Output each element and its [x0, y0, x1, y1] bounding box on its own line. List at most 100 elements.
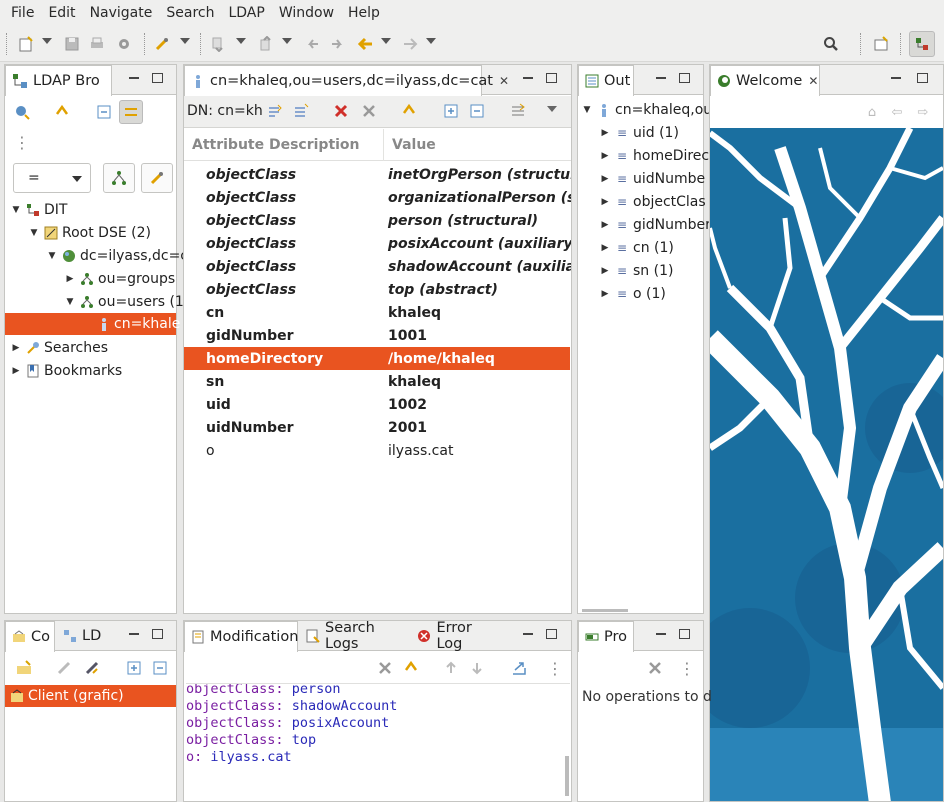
header-attribute-description[interactable]: Attribute Description — [192, 137, 360, 153]
collapsed-icon[interactable]: ▶ — [598, 289, 612, 299]
tree-item-root-dse[interactable]: ▼ Root DSE (2) — [27, 222, 151, 244]
tab-search-logs[interactable]: Search Logs — [300, 620, 408, 652]
search-icon[interactable] — [821, 34, 841, 54]
menu-navigate[interactable]: Navigate — [83, 0, 160, 26]
attribute-row[interactable]: objectClass organizationalPerson (stru — [184, 186, 571, 209]
outline-item[interactable]: ▶ ≡ uid (1) — [598, 121, 679, 144]
minimize-icon[interactable] — [891, 72, 901, 79]
expand-all-icon[interactable] — [125, 659, 143, 677]
collapse-all-icon[interactable] — [468, 102, 486, 120]
attribute-value[interactable]: 2001 — [388, 420, 427, 436]
close-icon[interactable]: ✕ — [808, 74, 818, 88]
attribute-value[interactable]: ilyass.cat — [388, 443, 453, 459]
up-icon[interactable] — [442, 659, 460, 677]
link-editor-icon[interactable] — [13, 103, 31, 121]
connection-item[interactable]: Client (grafic) — [5, 685, 176, 707]
collapsed-icon[interactable]: ▶ — [9, 366, 23, 376]
attribute-value[interactable]: inetOrgPerson (structural) — [388, 167, 571, 183]
refresh-icon[interactable] — [53, 103, 71, 121]
attribute-value[interactable]: person (structural) — [388, 213, 538, 229]
tab-outline[interactable]: Out — [578, 65, 634, 96]
view-menu-icon[interactable]: ⋮ — [678, 659, 696, 678]
attribute-value[interactable]: khaleq — [388, 305, 441, 321]
tab-ldap-servers[interactable]: LD — [57, 621, 107, 651]
collapse-all-icon[interactable] — [151, 659, 169, 677]
sort-icon[interactable] — [509, 102, 527, 120]
attribute-value[interactable]: organizationalPerson (stru — [388, 190, 571, 206]
new-connection-icon[interactable] — [15, 659, 33, 677]
refresh-icon[interactable] — [402, 659, 420, 677]
prev-annotation-icon[interactable] — [256, 34, 276, 54]
back-dropdown-icon[interactable] — [381, 38, 391, 44]
maximize-icon[interactable] — [152, 629, 163, 639]
outline-root[interactable]: ▼ cn=khaleq,ou — [580, 98, 713, 121]
tab-welcome[interactable]: Welcome ✕ — [710, 65, 820, 96]
attribute-value[interactable]: top (abstract) — [388, 282, 498, 298]
connect-dropdown-icon[interactable] — [180, 38, 190, 44]
expanded-icon[interactable]: ▼ — [27, 228, 41, 238]
view-menu-icon[interactable]: ⋮ — [13, 133, 31, 152]
close-icon[interactable]: ✕ — [499, 74, 509, 88]
collapsed-icon[interactable]: ▶ — [598, 174, 612, 184]
attribute-row[interactable]: objectClass shadowAccount (auxiliary, — [184, 255, 571, 278]
attribute-row[interactable]: o ilyass.cat — [184, 439, 570, 462]
collapsed-icon[interactable]: ▶ — [598, 243, 612, 253]
collapsed-icon[interactable]: ▶ — [598, 197, 612, 207]
attribute-row[interactable]: sn khaleq — [184, 370, 570, 393]
delete-all-icon[interactable] — [360, 102, 378, 120]
attribute-row[interactable]: objectClass posixAccount (auxiliary) — [184, 232, 571, 255]
edit-forward-icon[interactable] — [328, 34, 348, 54]
collapsed-icon[interactable]: ▶ — [9, 343, 23, 353]
outline-item[interactable]: ▶ ≡ gidNumber — [598, 213, 711, 236]
attribute-row[interactable]: cn khaleq — [184, 301, 570, 324]
horizontal-scrollbar[interactable] — [582, 609, 628, 612]
filter-select[interactable]: = — [13, 163, 91, 193]
tree-item-base-dn[interactable]: ▼ dc=ilyass,dc=c — [45, 245, 188, 267]
minimize-icon[interactable] — [523, 72, 533, 79]
maximize-icon[interactable] — [546, 73, 557, 83]
tree-item-searches[interactable]: ▶ Searches — [9, 337, 108, 359]
link-with-editor-icon[interactable] — [119, 100, 143, 124]
next-annotation-dropdown-icon[interactable] — [236, 38, 246, 44]
tab-modification[interactable]: Modification — [184, 621, 298, 652]
new-value-icon[interactable] — [266, 102, 284, 120]
forward-icon[interactable] — [400, 34, 420, 54]
connect-icon[interactable] — [152, 34, 172, 54]
tree-item-ou-groups[interactable]: ▶ ou=groups — [63, 268, 176, 290]
attribute-row[interactable]: objectClass inetOrgPerson (structural) — [184, 163, 571, 186]
next-annotation-icon[interactable] — [208, 34, 228, 54]
forward-dropdown-icon[interactable] — [426, 38, 436, 44]
delete-icon[interactable] — [332, 102, 350, 120]
collapsed-icon[interactable]: ▶ — [598, 151, 612, 161]
open-connection-icon[interactable] — [55, 659, 73, 677]
maximize-icon[interactable] — [152, 73, 163, 83]
outline-item[interactable]: ▶ ≡ cn (1) — [598, 236, 674, 259]
attribute-value[interactable]: posixAccount (auxiliary) — [388, 236, 571, 252]
outline-item[interactable]: ▶ ≡ o (1) — [598, 282, 666, 305]
header-value[interactable]: Value — [392, 137, 436, 153]
attribute-value[interactable]: 1001 — [388, 328, 427, 344]
minimize-icon[interactable] — [523, 628, 533, 635]
outline-item[interactable]: ▶ ≡ uidNumbe — [598, 167, 706, 190]
tree-item-bookmarks[interactable]: ▶ Bookmarks — [9, 360, 123, 382]
outline-item[interactable]: ▶ ≡ homeDirec — [598, 144, 710, 167]
tree-item-ou-users[interactable]: ▼ ou=users (1 — [63, 291, 184, 313]
open-perspective-icon[interactable] — [871, 34, 891, 54]
close-connection-icon[interactable] — [83, 659, 101, 677]
expand-all-icon[interactable] — [442, 102, 460, 120]
tab-progress[interactable]: Pro — [578, 621, 634, 652]
minimize-icon[interactable] — [656, 72, 666, 79]
attribute-value[interactable]: shadowAccount (auxiliary, — [388, 259, 571, 275]
maximize-icon[interactable] — [679, 629, 690, 639]
maximize-icon[interactable] — [917, 73, 928, 83]
new-connection-button[interactable] — [141, 163, 173, 193]
tab-error-log[interactable]: Error Log — [410, 620, 506, 652]
outline-item[interactable]: ▶ ≡ objectClas — [598, 190, 706, 213]
attribute-row[interactable]: objectClass person (structural) — [184, 209, 570, 232]
minimize-icon[interactable] — [129, 72, 139, 79]
new-icon[interactable] — [16, 34, 36, 54]
attribute-row[interactable]: homeDirectory/home/khaleq — [184, 347, 570, 370]
ldap-perspective-icon[interactable] — [909, 31, 935, 57]
home-icon[interactable]: ⌂ — [863, 103, 881, 121]
settings-gear-icon[interactable] — [114, 34, 134, 54]
